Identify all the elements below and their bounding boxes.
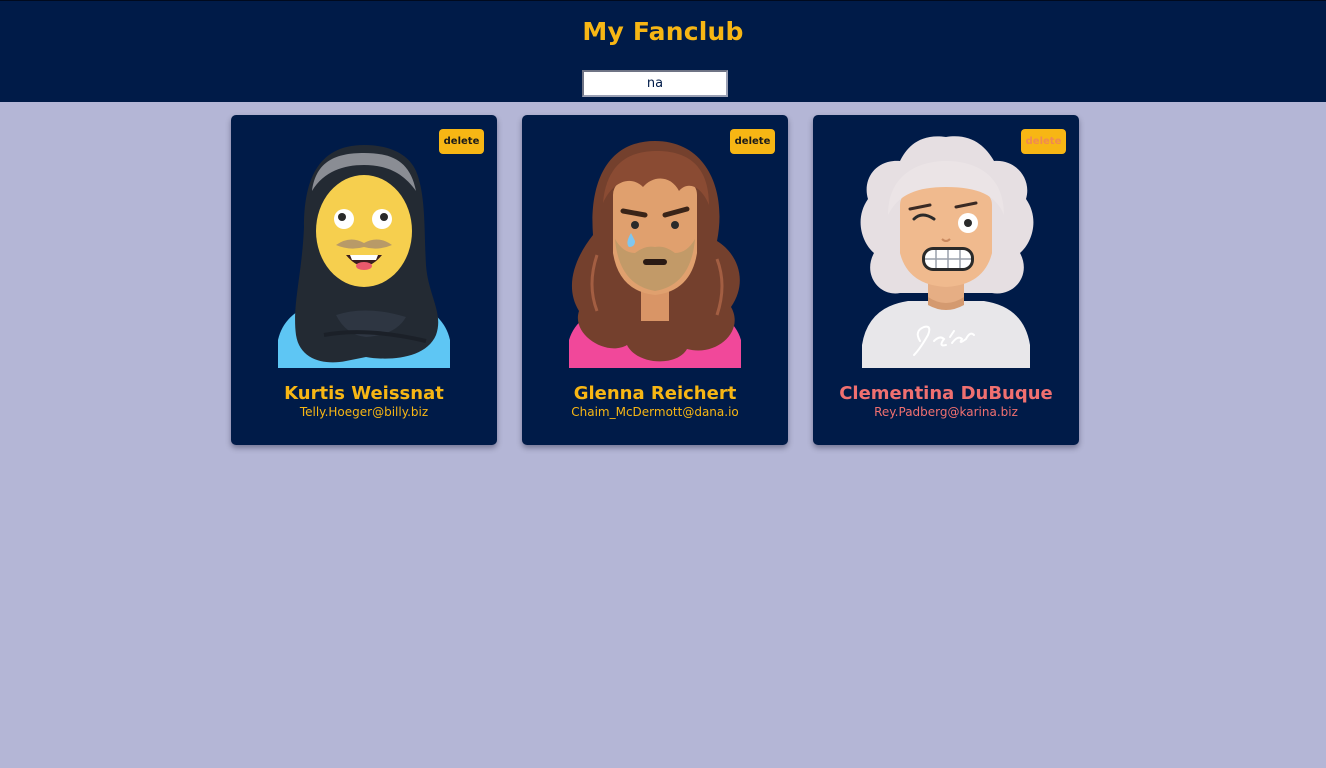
fan-card: delete Kurtis Weissnat Telly.Hoeger@bill… [231, 115, 497, 445]
fan-email: Telly.Hoeger@billy.biz [299, 405, 429, 419]
fan-name: Clementina DuBuque [839, 383, 1053, 404]
app-header: My Fanclub [0, 0, 1326, 102]
fan-email: Rey.Padberg@karina.biz [874, 405, 1018, 419]
page-title: My Fanclub [582, 17, 744, 46]
avatar [278, 145, 450, 368]
fan-name: Kurtis Weissnat [284, 383, 444, 404]
fan-name: Glenna Reichert [573, 383, 737, 404]
avatar [860, 136, 1034, 368]
fan-email: Chaim_McDermott@dana.io [571, 405, 739, 419]
fan-card: delete [813, 115, 1079, 445]
fan-card: delete [522, 115, 788, 445]
search-input[interactable] [582, 70, 728, 97]
avatar [569, 141, 741, 368]
